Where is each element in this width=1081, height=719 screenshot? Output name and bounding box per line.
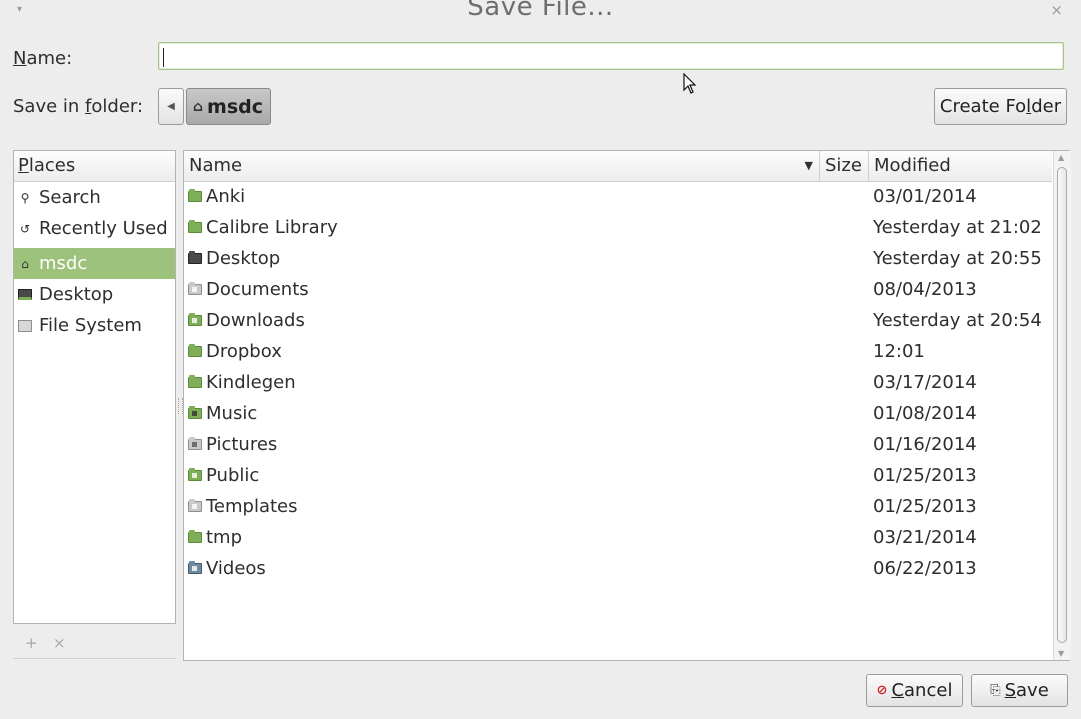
file-list-scrollbar[interactable]: ▲ ▼ bbox=[1053, 151, 1071, 660]
scroll-up-icon[interactable]: ▲ bbox=[1058, 153, 1064, 162]
templates-folder-icon bbox=[188, 499, 202, 512]
create-folder-button[interactable]: Create Fo l der bbox=[934, 88, 1067, 125]
place-item-recently-used[interactable]: ↺ Recently Used bbox=[14, 213, 175, 244]
path-current-label: msdc bbox=[207, 95, 264, 118]
column-header-name[interactable]: Name ▼ bbox=[184, 151, 820, 181]
file-row-calibre-library[interactable]: Calibre Library Yesterday at 21:02 bbox=[184, 213, 1052, 244]
close-icon[interactable]: × bbox=[1050, 1, 1063, 19]
drive-icon bbox=[17, 318, 33, 334]
chevron-left-icon: ◀ bbox=[167, 101, 175, 112]
home-icon: ⌂ bbox=[193, 98, 204, 115]
search-icon: ⚲ bbox=[20, 190, 30, 205]
scrollbar-thumb[interactable] bbox=[1057, 167, 1067, 643]
text-caret bbox=[163, 48, 164, 67]
folder-icon bbox=[188, 189, 202, 202]
places-header[interactable]: Places bbox=[14, 151, 175, 182]
folder-icon bbox=[188, 530, 202, 543]
file-list: Anki 03/01/2014 Calibre Library Yesterda… bbox=[184, 182, 1052, 585]
column-header-modified[interactable]: Modified bbox=[869, 151, 1052, 181]
scroll-down-icon[interactable]: ▼ bbox=[1058, 649, 1064, 658]
filename-input[interactable] bbox=[158, 42, 1064, 70]
place-item-msdc[interactable]: ⌂ msdc bbox=[14, 248, 175, 279]
public-folder-icon bbox=[188, 468, 202, 481]
file-list-panel: Name ▼ Size Modified Anki 03/01/2014 Cal… bbox=[183, 150, 1071, 661]
file-list-header: Name ▼ Size Modified bbox=[184, 151, 1052, 182]
file-row-downloads[interactable]: Downloads Yesterday at 20:54 bbox=[184, 306, 1052, 337]
path-current-folder-button[interactable]: ⌂ msdc bbox=[186, 88, 271, 125]
desktop-icon bbox=[17, 287, 33, 303]
mouse-pointer-icon bbox=[683, 73, 697, 94]
places-toolbar: + × bbox=[13, 628, 176, 659]
folder-icon bbox=[188, 220, 202, 233]
file-row-tmp[interactable]: tmp 03/21/2014 bbox=[184, 523, 1052, 554]
place-item-search[interactable]: ⚲ Search bbox=[14, 182, 175, 213]
file-row-pictures[interactable]: Pictures 01/16/2014 bbox=[184, 430, 1052, 461]
save-icon: ⎘ bbox=[990, 683, 1001, 698]
folder-icon bbox=[188, 375, 202, 388]
save-button[interactable]: ⎘ Save bbox=[971, 674, 1068, 707]
place-item-file-system[interactable]: File System bbox=[14, 310, 175, 341]
path-back-button[interactable]: ◀ bbox=[158, 88, 184, 125]
cancel-button[interactable]: ⊘ Cancel bbox=[866, 674, 963, 707]
videos-folder-icon bbox=[188, 561, 202, 574]
file-row-videos[interactable]: Videos 06/22/2013 bbox=[184, 554, 1052, 585]
documents-folder-icon bbox=[188, 282, 202, 295]
downloads-folder-icon bbox=[188, 313, 202, 326]
cancel-icon: ⊘ bbox=[876, 683, 888, 698]
place-item-desktop[interactable]: Desktop bbox=[14, 279, 175, 310]
file-row-public[interactable]: Public 01/25/2013 bbox=[184, 461, 1052, 492]
file-row-anki[interactable]: Anki 03/01/2014 bbox=[184, 182, 1052, 213]
window-title: Save File... bbox=[467, 0, 614, 22]
music-folder-icon bbox=[188, 406, 202, 419]
file-row-desktop[interactable]: Desktop Yesterday at 20:55 bbox=[184, 244, 1052, 275]
save-in-folder-label: Save in folder: bbox=[13, 96, 144, 117]
file-row-dropbox[interactable]: Dropbox 12:01 bbox=[184, 337, 1052, 368]
file-row-music[interactable]: Music 01/08/2014 bbox=[184, 399, 1052, 430]
pictures-folder-icon bbox=[188, 437, 202, 450]
sort-descending-icon: ▼ bbox=[804, 159, 813, 172]
home-icon: ⌂ bbox=[21, 256, 29, 271]
desktop-folder-icon bbox=[188, 251, 202, 264]
file-row-templates[interactable]: Templates 01/25/2013 bbox=[184, 492, 1052, 523]
recent-icon: ↺ bbox=[19, 221, 31, 236]
file-row-documents[interactable]: Documents 08/04/2013 bbox=[184, 275, 1052, 306]
places-panel: Places ⚲ Search ↺ Recently Used ⌂ msdc D… bbox=[13, 150, 176, 624]
add-bookmark-button[interactable]: + bbox=[25, 634, 38, 652]
name-label: Name: bbox=[13, 48, 73, 69]
file-row-kindlegen[interactable]: Kindlegen 03/17/2014 bbox=[184, 368, 1052, 399]
column-header-size[interactable]: Size bbox=[820, 151, 869, 181]
folder-icon bbox=[188, 344, 202, 357]
remove-bookmark-button[interactable]: × bbox=[53, 634, 66, 652]
